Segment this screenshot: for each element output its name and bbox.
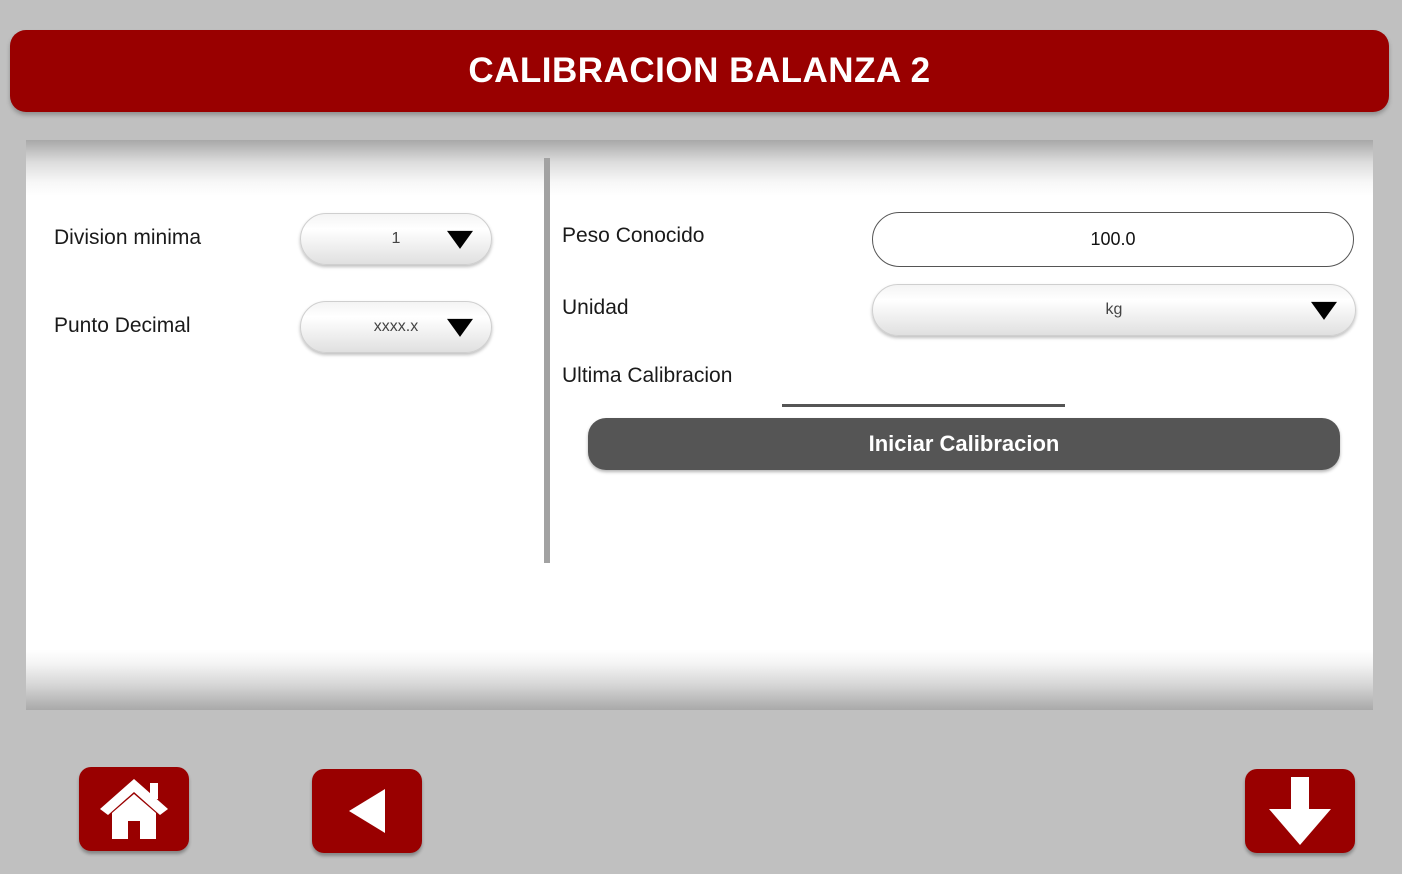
ultima-calibracion-label: Ultima Calibracion <box>562 364 733 387</box>
page-title: CALIBRACION BALANZA 2 <box>468 51 931 90</box>
unidad-value: kg <box>1105 301 1123 318</box>
back-button[interactable] <box>312 769 422 853</box>
home-icon <box>100 779 168 839</box>
unidad-label: Unidad <box>562 296 629 319</box>
chevron-down-icon <box>447 230 473 249</box>
back-arrow-icon <box>349 789 385 833</box>
calibration-screen: CALIBRACION BALANZA 2 Division minima 1 … <box>0 0 1402 874</box>
ultima-calibracion-value <box>782 404 1065 407</box>
punto-decimal-label: Punto Decimal <box>54 314 191 337</box>
punto-decimal-dropdown[interactable]: xxxx.x <box>300 301 492 353</box>
peso-conocido-input[interactable]: 100.0 <box>872 212 1354 267</box>
chevron-down-icon <box>1311 301 1337 320</box>
title-bar: CALIBRACION BALANZA 2 <box>10 30 1389 112</box>
unidad-dropdown[interactable]: kg <box>872 284 1356 336</box>
peso-conocido-label: Peso Conocido <box>562 224 705 247</box>
down-arrow-icon <box>1269 777 1331 845</box>
down-button[interactable] <box>1245 769 1355 853</box>
column-divider <box>544 158 550 563</box>
settings-panel: Division minima 1 Punto Decimal xxxx.x P… <box>26 140 1373 710</box>
home-button[interactable] <box>79 767 189 851</box>
iniciar-calibracion-button[interactable]: Iniciar Calibracion <box>588 418 1340 470</box>
division-minima-dropdown[interactable]: 1 <box>300 213 492 265</box>
chevron-down-icon <box>447 318 473 337</box>
division-minima-label: Division minima <box>54 226 202 249</box>
